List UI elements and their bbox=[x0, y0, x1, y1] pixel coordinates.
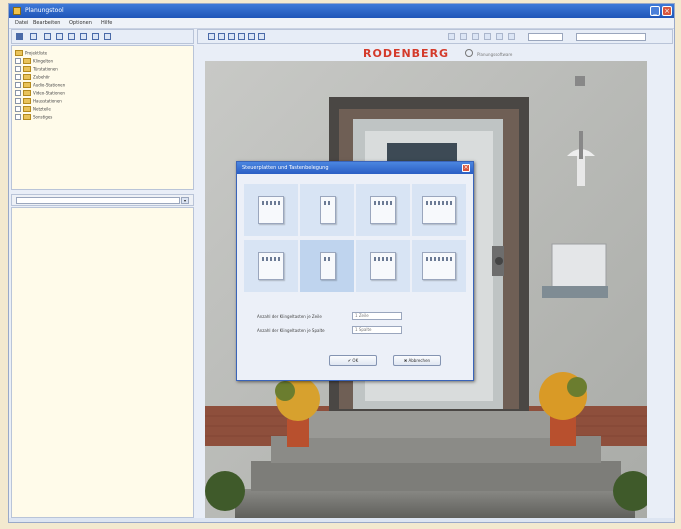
expand-icon[interactable] bbox=[15, 114, 21, 120]
dialog-title-bar: Steuerplatten und Tastenbelegung × bbox=[237, 162, 473, 174]
close-button[interactable]: × bbox=[662, 6, 672, 16]
zoom-in-icon[interactable] bbox=[228, 33, 235, 40]
folder-icon bbox=[23, 66, 31, 72]
layers-icon[interactable] bbox=[508, 33, 515, 40]
menu-hilfe[interactable]: Hilfe bbox=[101, 20, 112, 26]
cancel-button[interactable]: ✖ Abbrechen bbox=[393, 355, 441, 366]
window-title: Planungstool bbox=[25, 7, 64, 14]
columns-label: Anzahl der Klingeltasten je Spalte bbox=[257, 328, 325, 333]
folder-icon bbox=[23, 90, 31, 96]
up-icon[interactable] bbox=[460, 33, 467, 40]
layout-option-8[interactable] bbox=[412, 240, 466, 292]
dialog-title: Steuerplatten und Tastenbelegung bbox=[242, 165, 329, 171]
right-icon[interactable] bbox=[484, 33, 491, 40]
brand-emblem-icon bbox=[465, 49, 473, 57]
layout-option-4[interactable] bbox=[412, 184, 466, 236]
left-icon[interactable] bbox=[448, 33, 455, 40]
panel-thumbnail bbox=[422, 196, 456, 224]
panel-thumbnail bbox=[320, 196, 336, 224]
layout-option-7[interactable] bbox=[356, 240, 410, 292]
brand-logo: RODENBERG bbox=[363, 47, 450, 60]
tree-item[interactable]: Audio-Stationen bbox=[15, 82, 65, 89]
folder-icon bbox=[23, 98, 31, 104]
tree-item[interactable]: Zubehör bbox=[15, 74, 50, 81]
fit-icon[interactable] bbox=[248, 33, 255, 40]
save-icon[interactable] bbox=[218, 33, 225, 40]
layout-option-grid bbox=[244, 184, 468, 294]
folder-icon bbox=[23, 58, 31, 64]
view-select[interactable] bbox=[528, 33, 563, 41]
down-icon[interactable] bbox=[472, 33, 479, 40]
tree-item[interactable]: Sonstiges bbox=[15, 114, 52, 121]
arrow-icon[interactable] bbox=[258, 33, 265, 40]
help-icon[interactable] bbox=[104, 33, 111, 40]
print-icon[interactable] bbox=[80, 33, 87, 40]
menu-bearbeiten[interactable]: Bearbeiten bbox=[33, 20, 60, 26]
export-icon[interactable] bbox=[92, 33, 99, 40]
zoom-out-icon[interactable] bbox=[238, 33, 245, 40]
panel-thumbnail bbox=[422, 252, 456, 280]
status-bar bbox=[9, 518, 674, 522]
properties-header: ▾ bbox=[11, 194, 194, 206]
expand-icon[interactable] bbox=[15, 66, 21, 72]
dialog-close-button[interactable]: × bbox=[462, 164, 470, 172]
columns-input[interactable]: 1 Spalte bbox=[352, 326, 402, 334]
panel-thumbnail bbox=[320, 252, 336, 280]
folder-icon bbox=[15, 50, 23, 56]
copy-icon[interactable] bbox=[56, 33, 63, 40]
expand-icon[interactable] bbox=[15, 74, 21, 80]
tree-item[interactable]: Klingelton bbox=[15, 58, 53, 65]
layout-option-6[interactable] bbox=[300, 240, 354, 292]
info-icon[interactable] bbox=[30, 33, 37, 40]
panel-thumbnail bbox=[258, 196, 284, 224]
expand-icon[interactable] bbox=[15, 58, 21, 64]
menu-optionen[interactable]: Optionen bbox=[69, 20, 92, 26]
folder-icon bbox=[23, 106, 31, 112]
tree-item[interactable]: Netzteile bbox=[15, 106, 51, 113]
rotate-icon[interactable] bbox=[496, 33, 503, 40]
tree-item-root[interactable]: Projektliste bbox=[15, 50, 47, 57]
expand-icon[interactable] bbox=[15, 90, 21, 96]
menu-datei[interactable]: Datei bbox=[15, 20, 28, 26]
expand-icon[interactable] bbox=[15, 98, 21, 104]
folder-icon bbox=[23, 82, 31, 88]
tree-item[interactable]: Türstationen bbox=[15, 66, 58, 73]
new-icon[interactable] bbox=[16, 33, 23, 40]
folder-icon bbox=[23, 74, 31, 80]
gear-icon[interactable] bbox=[68, 33, 75, 40]
properties-select[interactable] bbox=[16, 197, 180, 204]
chevron-down-icon[interactable]: ▾ bbox=[181, 197, 189, 204]
zoom-select[interactable] bbox=[576, 33, 646, 41]
tree-item[interactable]: Video-Stationen bbox=[15, 90, 65, 97]
tree-item[interactable]: Hausstationen bbox=[15, 98, 62, 105]
layout-option-2[interactable] bbox=[300, 184, 354, 236]
expand-icon[interactable] bbox=[15, 82, 21, 88]
product-tree: Projektliste Klingelton Türstationen Zub… bbox=[11, 45, 194, 190]
panel-thumbnail bbox=[258, 252, 284, 280]
rows-input[interactable]: 1 Zeile bbox=[352, 312, 402, 320]
title-bar: Planungstool _ × bbox=[9, 4, 674, 18]
brand-subtitle: Planungssoftware bbox=[477, 52, 513, 57]
properties-pane bbox=[11, 207, 194, 518]
panel-thumbnail bbox=[370, 196, 396, 224]
folder-icon bbox=[23, 114, 31, 120]
layout-option-3[interactable] bbox=[356, 184, 410, 236]
open-icon[interactable] bbox=[208, 33, 215, 40]
panel-thumbnail bbox=[370, 252, 396, 280]
rows-label: Anzahl der Klingeltasten je Zeile bbox=[257, 314, 322, 319]
button-layout-dialog: Steuerplatten und Tastenbelegung × Anzah… bbox=[236, 161, 474, 381]
app-icon bbox=[13, 7, 21, 15]
app-window: Planungstool _ × Datei Bearbeiten Option… bbox=[8, 3, 675, 523]
tree-toolbar bbox=[11, 29, 194, 44]
layout-option-5[interactable] bbox=[244, 240, 298, 292]
ok-button[interactable]: ✔ OK bbox=[329, 355, 377, 366]
menu-bar: Datei Bearbeiten Optionen Hilfe bbox=[9, 18, 674, 29]
layout-option-1[interactable] bbox=[244, 184, 298, 236]
view-toolbar bbox=[197, 29, 673, 44]
minimize-button[interactable]: _ bbox=[650, 6, 660, 16]
expand-icon[interactable] bbox=[15, 106, 21, 112]
list-icon[interactable] bbox=[44, 33, 51, 40]
